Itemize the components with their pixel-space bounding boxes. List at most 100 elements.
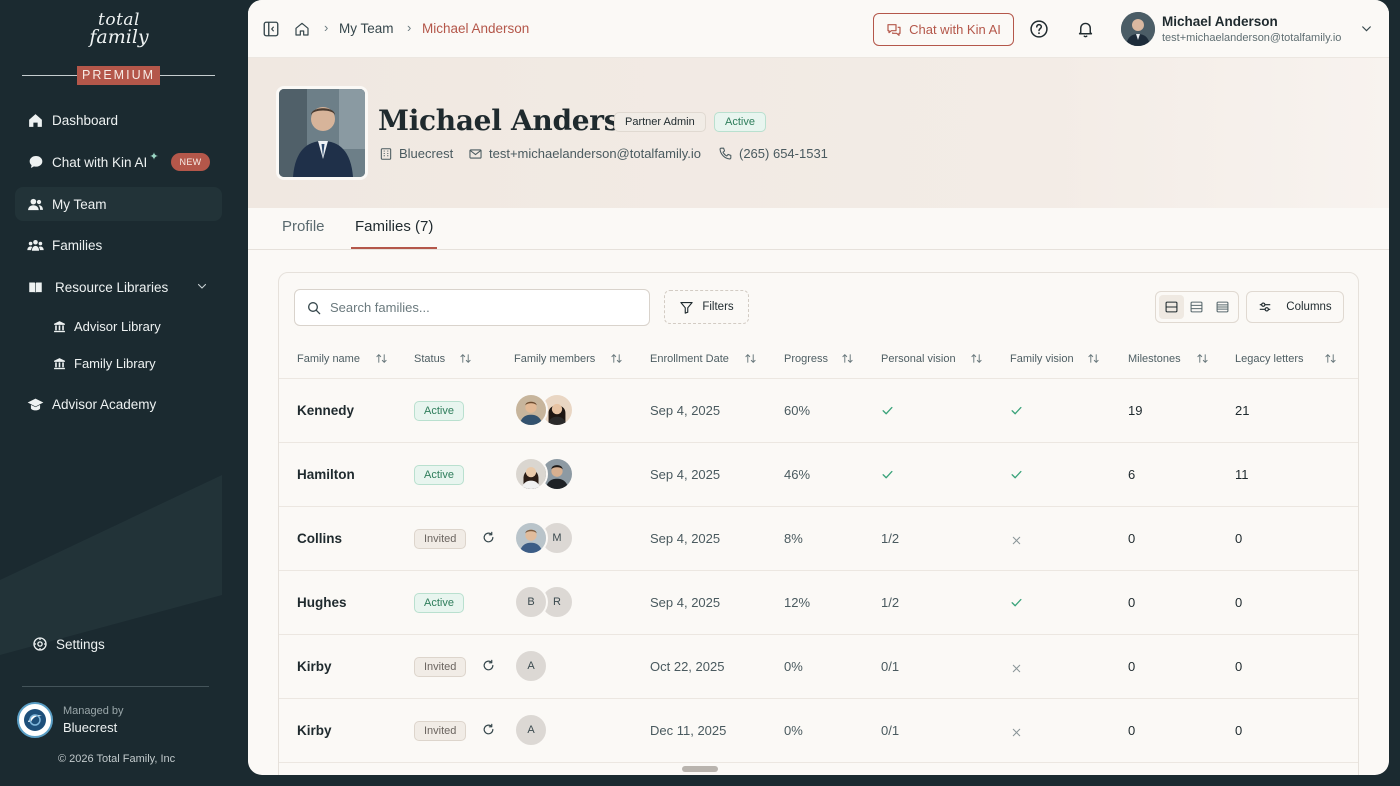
sidebar: total family PREMIUM Dashboard Chat with…	[0, 0, 248, 786]
table-row[interactable]: Kennedy Active Sep 4, 2025 60% 19 21	[279, 379, 1358, 443]
avatar[interactable]	[1121, 12, 1155, 46]
sidebar-item-label: Chat with Kin AI	[52, 154, 148, 170]
sort-icon[interactable]	[610, 352, 623, 365]
breadcrumb-my-team[interactable]: My Team	[339, 21, 394, 36]
sidebar-item-families[interactable]: Families	[15, 228, 222, 262]
role-badge: Partner Admin	[614, 112, 706, 132]
bell-icon[interactable]	[1076, 19, 1095, 39]
filters-button[interactable]: Filters	[664, 290, 749, 324]
column-header-legacy-letters[interactable]: Legacy letters	[1235, 353, 1303, 365]
sidebar-item-resource-libraries[interactable]: Resource Libraries	[15, 270, 222, 304]
legacy-letters: 0	[1235, 531, 1243, 546]
status-badge: Active	[414, 465, 464, 485]
sort-icon[interactable]	[841, 352, 854, 365]
column-header-milestones[interactable]: Milestones	[1128, 353, 1181, 365]
family-name[interactable]: Kirby	[297, 723, 332, 738]
copyright: © 2026 Total Family, Inc	[58, 753, 176, 765]
new-badge: NEW	[170, 153, 211, 171]
column-header-personal-vision[interactable]: Personal vision	[881, 353, 956, 365]
sort-icon[interactable]	[744, 352, 757, 365]
column-header-family-members[interactable]: Family members	[514, 353, 595, 365]
sidebar-toggle-icon[interactable]	[262, 20, 280, 38]
status-badge: Invited	[414, 657, 467, 677]
library-icon	[52, 319, 66, 333]
chevron-down-icon[interactable]	[1360, 22, 1373, 40]
progress: 46%	[784, 467, 811, 482]
managed-by: Managed by Bluecrest	[17, 702, 124, 738]
building-icon	[380, 147, 392, 160]
column-header-status[interactable]: Status	[414, 353, 445, 365]
user-name[interactable]: Michael Anderson	[1162, 14, 1278, 29]
family-name[interactable]: Hamilton	[297, 467, 355, 482]
book-icon	[27, 279, 44, 296]
chevron-down-icon[interactable]	[196, 280, 208, 295]
resend-invite-icon[interactable]	[482, 723, 495, 741]
avatar	[514, 393, 548, 427]
total-family-logo[interactable]: total family	[0, 12, 238, 47]
tab-families[interactable]: Families (7)	[355, 218, 433, 235]
search-field[interactable]	[294, 289, 650, 326]
sort-icon[interactable]	[1087, 352, 1100, 365]
sort-icon[interactable]	[1324, 352, 1337, 365]
phone-icon	[719, 147, 732, 160]
search-input[interactable]	[330, 300, 630, 315]
bluecrest-logo	[17, 702, 53, 738]
sidebar-item-advisor-academy[interactable]: Advisor Academy	[15, 387, 222, 421]
tab-profile[interactable]: Profile	[282, 218, 325, 235]
profile-company: Bluecrest	[379, 146, 453, 161]
milestones: 6	[1128, 467, 1136, 482]
premium-badge: PREMIUM	[77, 66, 160, 85]
table-row[interactable]: Kirby Invited A Dec 11, 2025 0% 0 0 0/1	[279, 699, 1358, 763]
table-row[interactable]: Collins Invited M Sep 4, 2025 8% 0 0 1/2	[279, 507, 1358, 571]
sort-icon[interactable]	[1196, 352, 1209, 365]
family-name[interactable]: Kirby	[297, 659, 332, 674]
resend-invite-icon[interactable]	[482, 659, 495, 677]
column-header-enrollment-date[interactable]: Enrollment Date	[650, 353, 729, 365]
profile-phone[interactable]: (265) 654-1531	[718, 146, 828, 161]
family-name[interactable]: Collins	[297, 531, 342, 546]
table-row[interactable]: Kirby Invited A Oct 22, 2025 0% 0 0 0/1	[279, 635, 1358, 699]
personal-vision: 0/1	[881, 659, 900, 674]
status-badge: Invited	[414, 721, 467, 741]
sidebar-item-advisor-library[interactable]: Advisor Library	[40, 309, 222, 343]
home-icon[interactable]	[294, 21, 310, 37]
column-header-family-name[interactable]: Family name	[297, 353, 360, 365]
table-row[interactable]: Hughes Active B R Sep 4, 2025 12% 0 0 1/2	[279, 571, 1358, 635]
family-name[interactable]: Hughes	[297, 595, 347, 610]
column-header-progress[interactable]: Progress	[784, 353, 828, 365]
check-icon	[881, 404, 894, 422]
chat-icon	[887, 23, 901, 36]
sort-icon[interactable]	[459, 352, 472, 365]
sort-icon[interactable]	[970, 352, 983, 365]
sidebar-item-chat-kin-ai[interactable]: Chat with Kin AI ✦ NEW	[15, 145, 222, 179]
density-standard-icon[interactable]	[1184, 295, 1209, 319]
help-icon[interactable]	[1029, 19, 1049, 39]
legacy-letters: 0	[1235, 723, 1243, 738]
sidebar-item-label: My Team	[52, 196, 107, 212]
milestones: 0	[1128, 659, 1136, 674]
sort-icon[interactable]	[375, 352, 388, 365]
sidebar-item-family-library[interactable]: Family Library	[40, 346, 222, 380]
legacy-letters: 0	[1235, 595, 1243, 610]
sidebar-item-settings[interactable]: Settings	[15, 627, 222, 661]
x-icon	[1011, 661, 1022, 679]
status-badge: Active	[414, 401, 464, 421]
check-icon	[881, 468, 894, 486]
chat-kin-ai-button[interactable]: Chat with Kin AI	[873, 13, 1014, 46]
profile-email[interactable]: test+michaelanderson@totalfamily.io	[468, 146, 701, 161]
sidebar-item-dashboard[interactable]: Dashboard	[15, 103, 222, 137]
managed-by-name: Bluecrest	[63, 720, 118, 735]
columns-button[interactable]: Columns	[1246, 291, 1344, 323]
table-row[interactable]: Hamilton Active Sep 4, 2025 46% 6 11	[279, 443, 1358, 507]
resend-invite-icon[interactable]	[482, 531, 495, 549]
horizontal-scrollbar[interactable]	[682, 766, 718, 772]
family-name[interactable]: Kennedy	[297, 403, 354, 418]
column-header-family-vision[interactable]: Family vision	[1010, 353, 1074, 365]
density-compact-icon[interactable]	[1210, 295, 1235, 319]
columns-settings-icon	[1260, 302, 1271, 312]
library-icon	[52, 356, 66, 370]
milestones: 19	[1128, 403, 1143, 418]
density-comfortable-icon[interactable]	[1159, 295, 1185, 319]
progress: 60%	[784, 403, 811, 418]
sidebar-item-my-team[interactable]: My Team	[15, 187, 222, 221]
